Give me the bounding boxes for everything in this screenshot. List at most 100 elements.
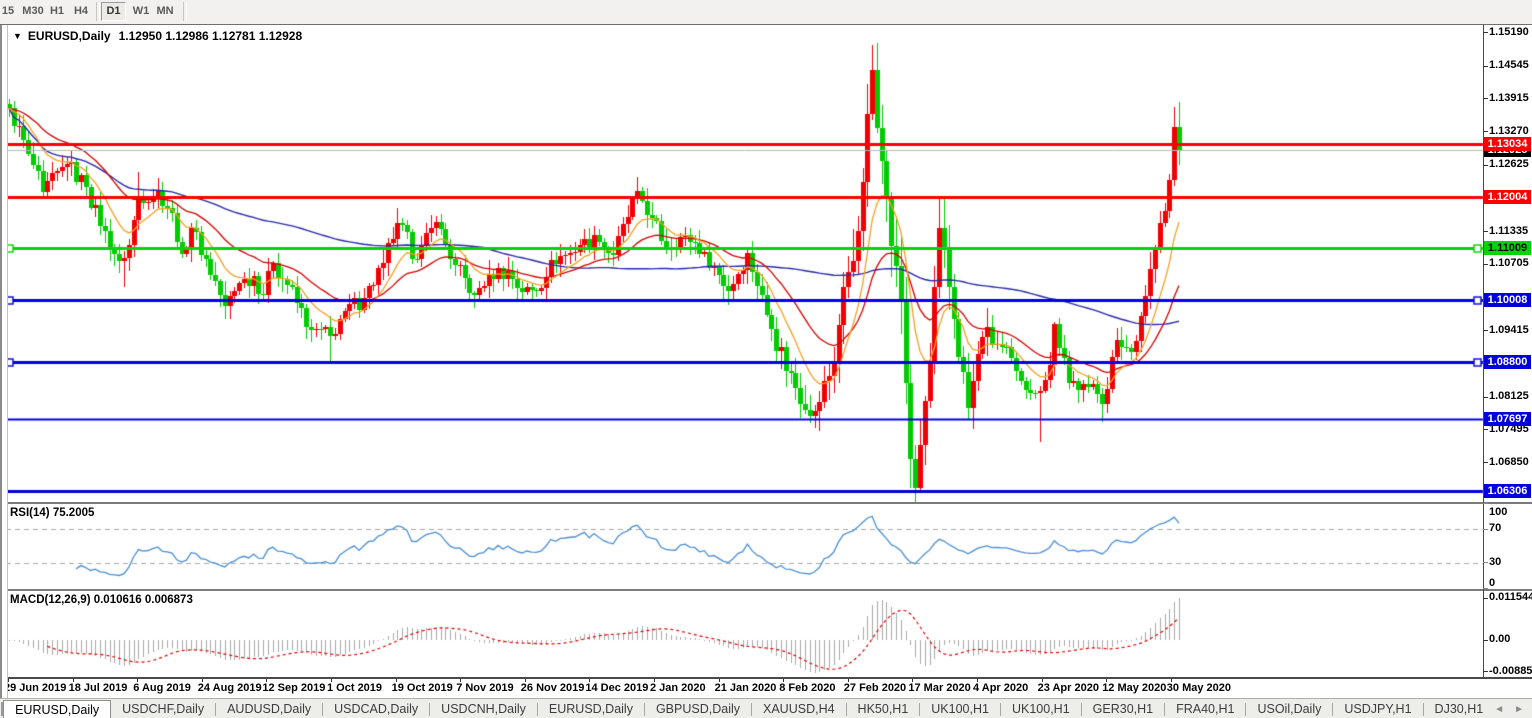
time-axis-label: 19 Oct 2019 (392, 682, 453, 694)
tab-uk100-h1[interactable]: UK100,H1 (1001, 700, 1081, 718)
rsi-axis-label: 70 (1489, 522, 1501, 534)
price-axis-label: 1.13915 (1489, 92, 1529, 104)
time-axis-label: 8 Feb 2020 (779, 682, 835, 694)
line-price-label: 1.08800 (1484, 355, 1531, 369)
rsi-axis-tick (1483, 562, 1488, 563)
time-axis-label: 1 Oct 2019 (327, 682, 382, 694)
time-axis-label: 14 Dec 2019 (585, 682, 648, 694)
rsi-axis-tick (1483, 588, 1488, 589)
tab-fra40-h1[interactable]: FRA40,H1 (1165, 700, 1245, 718)
tab-eurusd-daily[interactable]: EURUSD,Daily (538, 700, 644, 718)
price-axis-label: 1.13270 (1489, 125, 1529, 137)
line-price-label: 1.06306 (1484, 484, 1531, 498)
price-axis-label: 1.15190 (1489, 26, 1529, 38)
line-price-label: 1.11009 (1484, 241, 1531, 255)
macd-axis-label: 0.00 (1489, 633, 1510, 645)
time-axis-label: 17 Mar 2020 (908, 682, 970, 694)
price-axis-tick (1483, 330, 1488, 331)
price-axis-tick (1483, 462, 1488, 463)
axis-separator (1483, 25, 1484, 678)
time-axis-label: 12 Sep 2019 (262, 682, 325, 694)
time-axis-label: 12 May 2020 (1102, 682, 1166, 694)
macd-axis-tick (1483, 671, 1488, 672)
tab-uk100-h1[interactable]: UK100,H1 (920, 700, 1000, 718)
tab-audusd-daily[interactable]: AUDUSD,Daily (216, 700, 322, 718)
macd-axis-label: 0.011544 (1489, 591, 1532, 603)
main-chart-canvas[interactable] (0, 25, 1484, 503)
tab-scroll-right-icon[interactable]: ► (1514, 704, 1524, 715)
time-axis-label: 26 Nov 2019 (521, 682, 585, 694)
toolbar-separator (96, 2, 100, 21)
price-axis-label: 1.11335 (1489, 225, 1528, 237)
timeframe-mn-button[interactable]: MN (151, 2, 179, 21)
price-axis-tick (1483, 264, 1488, 265)
rsi-axis-tick (1483, 529, 1488, 530)
chart-ohlc-values: 1.12950 1.12986 1.12781 1.12928 (119, 29, 303, 43)
price-axis-tick (1483, 165, 1488, 166)
tab-scroll-arrows: ◄ ► (1494, 704, 1524, 715)
rsi-axis-label: 0 (1489, 577, 1495, 589)
price-axis-tick (1483, 231, 1488, 232)
chart-tabs-bar: EURUSD,DailyUSDCHF,DailyAUDUSD,DailyUSDC… (0, 698, 1532, 718)
tab-usdcnh-daily[interactable]: USDCNH,Daily (430, 700, 537, 718)
price-axis-tick (1483, 397, 1488, 398)
panel-border-main-rsi[interactable] (0, 502, 1532, 504)
line-price-label: 1.13034 (1484, 137, 1531, 151)
time-axis-label: 6 Aug 2019 (133, 682, 191, 694)
rsi-axis-label: 100 (1489, 506, 1507, 518)
macd-indicator-label: MACD(12,26,9) 0.010616 0.006873 (10, 594, 193, 606)
tab-ger30-h1[interactable]: GER30,H1 (1082, 700, 1164, 718)
tab-usdchf-daily[interactable]: USDCHF,Daily (111, 700, 215, 718)
rsi-axis-label: 30 (1489, 556, 1501, 568)
line-price-label: 1.07697 (1484, 412, 1531, 426)
macd-axis-tick (1483, 598, 1488, 599)
timeframe-h1-button[interactable]: H1 (44, 2, 70, 21)
time-axis-label: 7 Nov 2019 (456, 682, 513, 694)
timeframe-d1-button[interactable]: D1 (101, 2, 126, 21)
time-axis-label: 24 Aug 2019 (198, 682, 262, 694)
macd-axis-label: -0.008858 (1489, 665, 1532, 677)
tab-xauusd-h4[interactable]: XAUUSD,H4 (752, 700, 846, 718)
tab-usoil-daily[interactable]: USOil,Daily (1246, 700, 1332, 718)
line-price-label: 1.12004 (1484, 190, 1531, 204)
panel-border-rsi-macd[interactable] (0, 589, 1532, 591)
price-axis-label: 1.09415 (1489, 324, 1529, 336)
price-axis-label: 1.12625 (1489, 158, 1529, 170)
price-axis-tick (1483, 32, 1488, 33)
time-axis-label: 21 Jan 2020 (715, 682, 777, 694)
tab-usdjpy-h1[interactable]: USDJPY,H1 (1333, 700, 1422, 718)
tab-eurusd-daily[interactable]: EURUSD,Daily (3, 700, 111, 718)
tab-gbpusd-daily[interactable]: GBPUSD,Daily (645, 700, 751, 718)
price-axis-label: 1.06850 (1489, 456, 1529, 468)
tab-scroll-left-icon[interactable]: ◄ (1494, 704, 1504, 715)
timeframe-h4-button[interactable]: H4 (68, 2, 94, 21)
window-left-frame (0, 25, 8, 698)
timeframe-toolbar: 15 M30 H1 H4 D1 W1 MN (0, 0, 1532, 24)
price-axis-label: 1.08125 (1489, 390, 1529, 402)
chart-collapse-icon[interactable]: ▼ (13, 31, 22, 41)
tab-hk50-h1[interactable]: HK50,H1 (847, 700, 920, 718)
price-axis-label: 1.14545 (1489, 59, 1529, 71)
toolbar-separator (183, 2, 187, 21)
chart-symbol-label: EURUSD,Daily (28, 29, 111, 43)
time-axis-label: 27 Feb 2020 (844, 682, 906, 694)
mt4-terminal-window: 15 M30 H1 H4 D1 W1 MN ▼ EURUSD,Daily 1.129… (0, 0, 1532, 718)
price-axis-tick (1483, 131, 1488, 132)
chart-title: ▼ EURUSD,Daily 1.12950 1.12986 1.12781 1.1… (13, 29, 302, 43)
line-price-label: 1.10008 (1484, 293, 1531, 307)
time-axis-label: 4 Apr 2020 (973, 682, 1028, 694)
macd-axis-tick (1483, 640, 1488, 641)
time-axis-label: 29 Jun 2019 (4, 682, 66, 694)
time-axis-label: 23 Apr 2020 (1038, 682, 1099, 694)
chart-tabs: EURUSD,DailyUSDCHF,DailyAUDUSD,DailyUSDC… (3, 699, 1494, 718)
time-axis[interactable]: 29 Jun 201918 Jul 2019 6 Aug 2019 24 Aug 2… (0, 679, 1483, 698)
macd-indicator-canvas[interactable] (0, 591, 1484, 678)
time-axis-label: 30 May 2020 (1167, 682, 1231, 694)
tab-dj30-h1[interactable]: DJ30,H1 (1424, 700, 1495, 718)
rsi-axis-tick (1483, 503, 1488, 504)
rsi-indicator-label: RSI(14) 75.2005 (10, 507, 94, 519)
rsi-indicator-canvas[interactable] (0, 504, 1484, 589)
time-axis-label: 18 Jul 2019 (69, 682, 128, 694)
price-axis-tick (1483, 429, 1488, 430)
tab-usdcad-daily[interactable]: USDCAD,Daily (323, 700, 429, 718)
